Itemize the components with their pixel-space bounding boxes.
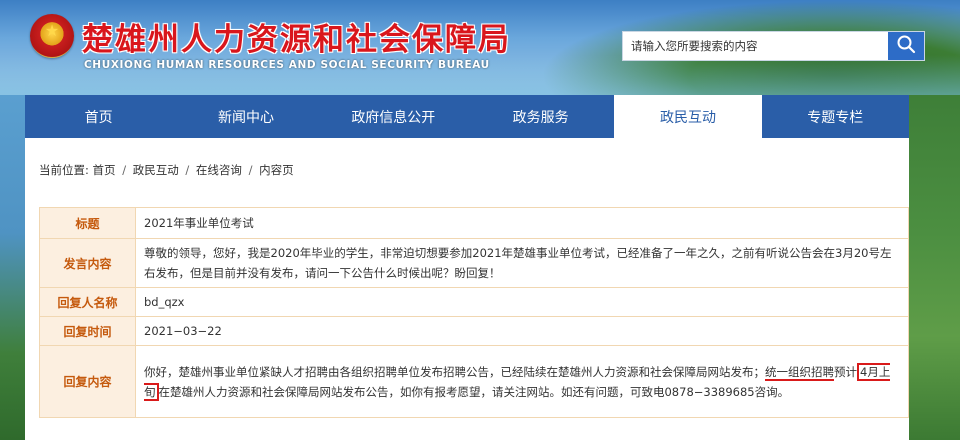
- reply-text-part1: 你好，楚雄州事业单位紧缺人才招聘由各组织招聘单位发布招聘公告，已经陆续在楚雄州人…: [144, 364, 765, 379]
- site-subtitle: CHUXIONG HUMAN RESOURCES AND SOCIAL SECU…: [84, 59, 490, 71]
- consult-detail-table: 标题 2021年事业单位考试 发言内容 尊敬的领导，您好，我是2020年毕业的学…: [39, 207, 909, 418]
- reply-content-label: 回复内容: [39, 345, 136, 418]
- content-value: 尊敬的领导，您好，我是2020年毕业的学生，非常迫切想要参加2021年楚雄事业单…: [135, 238, 909, 288]
- table-row: 标题 2021年事业单位考试: [39, 207, 909, 239]
- page-background-left: [0, 95, 27, 440]
- reply-content-value: 你好，楚雄州事业单位紧缺人才招聘由各组织招聘单位发布招聘公告，已经陆续在楚雄州人…: [135, 345, 909, 418]
- reply-text-part2: 预计: [834, 364, 857, 379]
- title-value: 2021年事业单位考试: [135, 207, 909, 239]
- table-row: 回复时间 2021−03−22: [39, 316, 909, 346]
- reply-text-underlined: 统一组织招聘: [765, 364, 834, 381]
- breadcrumb-current: 内容页: [259, 163, 294, 177]
- reply-text-part3: 在楚雄州人力资源和社会保障局网站发布公告，如你有报考愿望，请关注网站。如还有问题…: [158, 384, 790, 399]
- breadcrumb-home[interactable]: 首页: [93, 163, 116, 177]
- table-row: 回复内容 你好，楚雄州事业单位紧缺人才招聘由各组织招聘单位发布招聘公告，已经陆续…: [39, 345, 909, 418]
- nav-item-home[interactable]: 首页: [25, 95, 172, 138]
- content-label: 发言内容: [39, 238, 136, 288]
- search-box: [622, 31, 925, 61]
- nav-item-gov-info[interactable]: 政府信息公开: [320, 95, 467, 138]
- page-background-right: [909, 95, 960, 440]
- replier-label: 回复人名称: [39, 287, 136, 317]
- nav-item-interaction[interactable]: 政民互动: [614, 95, 762, 138]
- breadcrumb-interaction[interactable]: 政民互动: [133, 163, 179, 177]
- table-row: 发言内容 尊敬的领导，您好，我是2020年毕业的学生，非常迫切想要参加2021年…: [39, 238, 909, 288]
- title-label: 标题: [39, 207, 136, 239]
- reply-time-label: 回复时间: [39, 316, 136, 346]
- reply-time-value: 2021−03−22: [135, 316, 909, 346]
- replier-value: bd_qzx: [135, 287, 909, 317]
- nav-item-services[interactable]: 政务服务: [467, 95, 614, 138]
- breadcrumb-separator: /: [248, 163, 253, 177]
- content-panel: 当前位置: 首页 / 政民互动 / 在线咨询 / 内容页 标题 2021年事业单…: [25, 138, 909, 440]
- nav-item-news[interactable]: 新闻中心: [172, 95, 319, 138]
- search-icon: [896, 34, 916, 58]
- search-input[interactable]: [623, 32, 889, 60]
- site-title: 楚雄州人力资源和社会保障局: [82, 22, 511, 58]
- main-nav: 首页 新闻中心 政府信息公开 政务服务 政民互动 专题专栏: [25, 95, 909, 138]
- breadcrumb: 当前位置: 首页 / 政民互动 / 在线咨询 / 内容页: [39, 162, 294, 178]
- national-emblem-icon: [30, 14, 74, 58]
- breadcrumb-prefix: 当前位置:: [39, 163, 89, 177]
- breadcrumb-online-consult[interactable]: 在线咨询: [196, 163, 242, 177]
- breadcrumb-separator: /: [122, 163, 127, 177]
- nav-item-topics[interactable]: 专题专栏: [762, 95, 909, 138]
- search-button[interactable]: [888, 32, 924, 60]
- breadcrumb-separator: /: [185, 163, 190, 177]
- table-row: 回复人名称 bd_qzx: [39, 287, 909, 317]
